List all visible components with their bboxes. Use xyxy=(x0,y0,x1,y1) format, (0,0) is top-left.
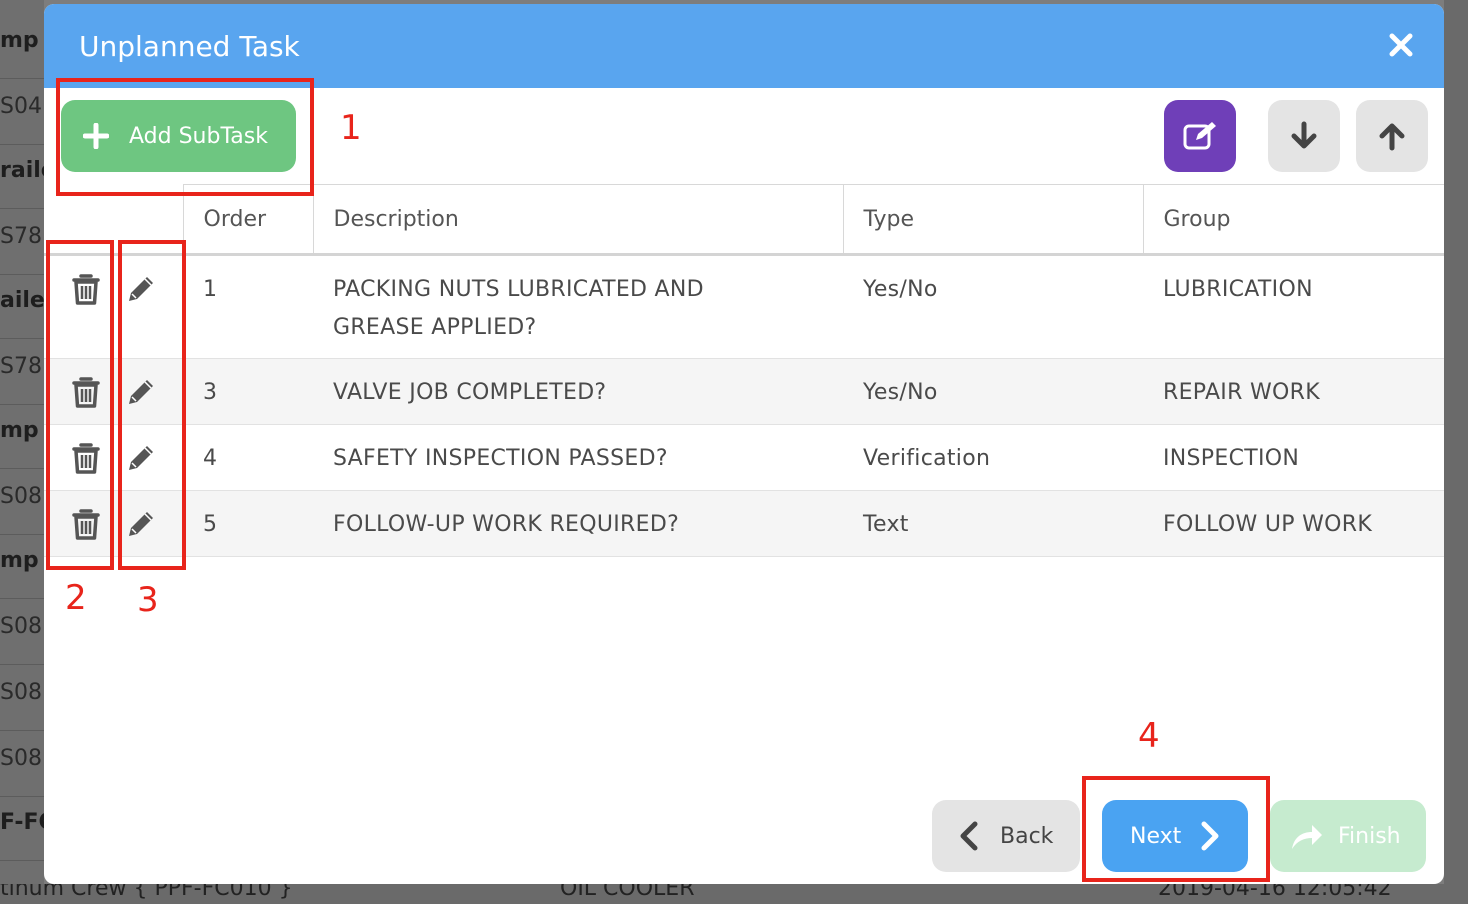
cell-order: 3 xyxy=(183,358,313,425)
annotation-number-1: 1 xyxy=(340,108,362,148)
annotation-box-edit-column xyxy=(118,240,186,570)
table-row: 5 FOLLOW-UP WORK REQUIRED? Text FOLLOW UP W… xyxy=(44,490,1444,557)
cell-order: 1 xyxy=(183,254,313,359)
share-arrow-icon xyxy=(1292,825,1322,849)
background-row-divider xyxy=(0,796,44,797)
background-row-divider xyxy=(0,860,44,861)
background-bottom-text: OIL COOLER xyxy=(560,884,695,901)
background-row-divider xyxy=(0,78,44,79)
background-row-text: S08 xyxy=(0,484,42,509)
annotation-number-4: 4 xyxy=(1138,716,1160,756)
background-row-divider xyxy=(0,274,44,275)
table-row: 4 SAFETY INSPECTION PASSED? Verification IN… xyxy=(44,424,1444,491)
background-row-text: S08 xyxy=(0,680,42,705)
subtask-table: Order Description Type Group 1 PACKING NU… xyxy=(44,184,1444,557)
background-row-text: mp xyxy=(0,28,39,53)
background-row-text: ailer xyxy=(0,288,44,313)
header-type: Type xyxy=(843,184,1144,256)
annotation-number-3: 3 xyxy=(137,580,159,620)
background-row-text: mp xyxy=(0,548,39,573)
close-icon xyxy=(1389,33,1413,57)
background-page-left: mp S04 raile S78 ailer S78 mp S08 mp S08 S08 S08 F-F… xyxy=(0,0,44,904)
chevron-left-icon xyxy=(960,821,978,851)
annotation-box-delete-column xyxy=(46,240,114,570)
move-up-button[interactable] xyxy=(1356,100,1428,172)
header-group: Group xyxy=(1143,184,1444,256)
background-page-bottom: tinum Crew { PPF-FC010 } OIL COOLER 2019-0… xyxy=(0,884,1468,904)
background-row-divider xyxy=(0,468,44,469)
cell-group: INSPECTION xyxy=(1143,424,1444,491)
annotation-box-add-subtask xyxy=(56,78,314,196)
cell-type: Yes/No xyxy=(843,254,1143,359)
background-row-text: S04 xyxy=(0,94,42,119)
cell-type: Yes/No xyxy=(843,358,1143,425)
table-row: 3 VALVE JOB COMPLETED? Yes/No REPAIR WORK xyxy=(44,358,1444,425)
background-page-right xyxy=(1444,0,1468,904)
background-row-text: S08 xyxy=(0,746,42,771)
cell-type: Text xyxy=(843,490,1143,557)
cell-group: FOLLOW UP WORK xyxy=(1143,490,1444,557)
cell-group: LUBRICATION xyxy=(1143,254,1444,359)
cell-description: VALVE JOB COMPLETED? xyxy=(313,358,843,425)
close-button[interactable] xyxy=(1388,32,1414,58)
background-row-divider xyxy=(0,598,44,599)
annotation-number-2: 2 xyxy=(65,578,87,618)
modal-header: Unplanned Task xyxy=(44,4,1444,88)
annotation-box-next-button xyxy=(1082,776,1270,882)
background-row-divider xyxy=(0,404,44,405)
background-row-divider xyxy=(0,208,44,209)
background-row-divider xyxy=(0,534,44,535)
arrow-down-icon xyxy=(1291,121,1317,149)
arrow-up-icon xyxy=(1379,123,1405,151)
background-row-divider xyxy=(0,338,44,339)
background-bottom-text: tinum Crew { PPF-FC010 } xyxy=(0,884,293,901)
cell-type: Verification xyxy=(843,424,1143,491)
background-row-divider xyxy=(0,730,44,731)
background-row-text: S78 xyxy=(0,224,42,249)
edit-all-button[interactable] xyxy=(1164,100,1236,172)
background-row-divider xyxy=(0,144,44,145)
background-row-text: raile xyxy=(0,158,44,183)
cell-order: 4 xyxy=(183,424,313,491)
table-row: 1 PACKING NUTS LUBRICATED AND GREASE APPL… xyxy=(44,254,1444,359)
background-row-text: S08 xyxy=(0,614,42,639)
move-down-button[interactable] xyxy=(1268,100,1340,172)
background-row-text: F-FC xyxy=(0,810,44,835)
finish-button[interactable]: Finish xyxy=(1270,800,1426,872)
cell-description: SAFETY INSPECTION PASSED? xyxy=(313,424,843,491)
background-row-text: mp xyxy=(0,418,39,443)
back-button[interactable]: Back xyxy=(932,800,1080,872)
finish-label: Finish xyxy=(1338,823,1401,849)
cell-description: PACKING NUTS LUBRICATED AND GREASE APPLI… xyxy=(313,254,843,359)
modal-title: Unplanned Task xyxy=(79,30,300,63)
edit-square-icon xyxy=(1183,122,1216,150)
background-bottom-text: 2019-04-16 12:05:42 xyxy=(1158,884,1392,901)
cell-group: REPAIR WORK xyxy=(1143,358,1444,425)
cell-order: 5 xyxy=(183,490,313,557)
cell-description: FOLLOW-UP WORK REQUIRED? xyxy=(313,490,843,557)
header-description: Description xyxy=(313,184,844,256)
background-row-text: S78 xyxy=(0,354,42,379)
back-label: Back xyxy=(1000,823,1054,849)
background-row-divider xyxy=(0,664,44,665)
